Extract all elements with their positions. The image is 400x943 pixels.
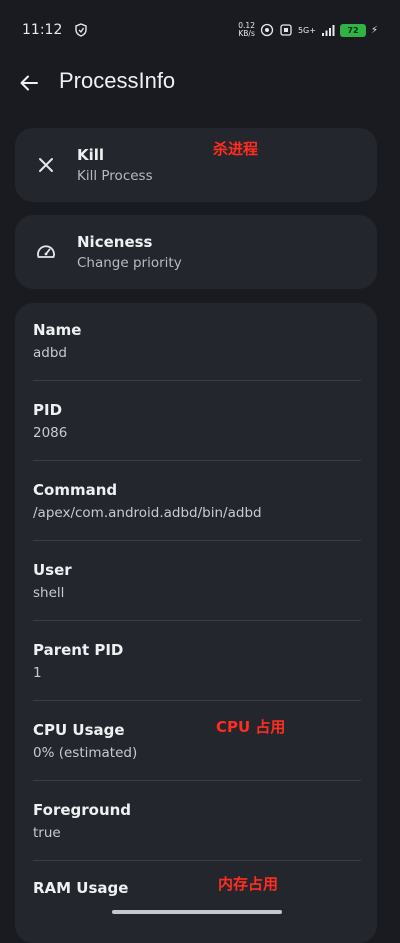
net-speed-unit: KB/s bbox=[238, 30, 255, 38]
speedometer-icon bbox=[35, 241, 57, 263]
info-value: 1 bbox=[33, 665, 361, 681]
info-label: CPU Usage bbox=[33, 721, 361, 739]
divider bbox=[33, 460, 361, 461]
divider bbox=[33, 780, 361, 781]
info-value: shell bbox=[33, 585, 361, 601]
info-label: Name bbox=[33, 321, 361, 339]
info-value: 2086 bbox=[33, 425, 361, 441]
arrow-left-icon bbox=[18, 72, 40, 94]
info-row-user: User shell bbox=[33, 561, 361, 601]
divider bbox=[33, 540, 361, 541]
kill-title: Kill bbox=[77, 146, 104, 164]
info-row-ram-usage: RAM Usage bbox=[33, 879, 361, 897]
info-label: Command bbox=[33, 481, 361, 499]
info-row-cpu-usage: CPU Usage 0% (estimated) bbox=[33, 721, 361, 761]
status-bar: 11:12 0.12 KB/s 5G+ 72 ⚡ bbox=[0, 0, 400, 60]
divider bbox=[33, 380, 361, 381]
process-info-card: Name adbd PID 2086 Command /apex/com.and… bbox=[15, 303, 377, 943]
kill-annotation: 杀进程 bbox=[213, 138, 258, 159]
info-label: PID bbox=[33, 401, 361, 419]
divider bbox=[33, 860, 361, 861]
status-right: 0.12 KB/s 5G+ 72 ⚡ bbox=[238, 22, 378, 38]
info-row-name: Name adbd bbox=[33, 321, 361, 361]
home-indicator[interactable] bbox=[112, 910, 282, 914]
niceness-card[interactable]: Niceness Change priority bbox=[15, 215, 377, 289]
info-value: adbd bbox=[33, 345, 361, 361]
info-value: true bbox=[33, 825, 361, 841]
cpu-annotation: CPU 占用 bbox=[216, 716, 285, 737]
charging-icon: ⚡ bbox=[371, 25, 378, 36]
net-speed: 0.12 KB/s bbox=[238, 22, 255, 38]
ram-annotation: 内存占用 bbox=[218, 873, 278, 894]
hotspot-icon bbox=[260, 23, 274, 37]
network-type: 5G+ bbox=[298, 26, 316, 35]
divider bbox=[33, 620, 361, 621]
page-title: ProcessInfo bbox=[59, 68, 175, 94]
info-label: RAM Usage bbox=[33, 879, 361, 897]
info-value: /apex/com.android.adbd/bin/adbd bbox=[33, 505, 361, 521]
sim-icon bbox=[279, 23, 293, 37]
divider bbox=[33, 700, 361, 701]
signal-icon bbox=[321, 23, 335, 37]
niceness-subtitle: Change priority bbox=[77, 255, 182, 271]
close-icon bbox=[35, 154, 57, 176]
app-bar: ProcessInfo bbox=[0, 60, 400, 106]
info-row-foreground: Foreground true bbox=[33, 801, 361, 841]
niceness-title: Niceness bbox=[77, 233, 152, 251]
status-time: 11:12 bbox=[22, 22, 62, 38]
status-left: 11:12 bbox=[22, 22, 88, 38]
info-row-pid: PID 2086 bbox=[33, 401, 361, 441]
info-row-parent-pid: Parent PID 1 bbox=[33, 641, 361, 681]
battery-indicator: 72 bbox=[340, 24, 366, 37]
back-button[interactable] bbox=[16, 70, 42, 96]
info-label: User bbox=[33, 561, 361, 579]
info-value: 0% (estimated) bbox=[33, 745, 361, 761]
info-row-command: Command /apex/com.android.adbd/bin/adbd bbox=[33, 481, 361, 521]
kill-subtitle: Kill Process bbox=[77, 168, 153, 184]
info-label: Parent PID bbox=[33, 641, 361, 659]
shield-icon bbox=[74, 23, 88, 37]
kill-process-card[interactable]: Kill Kill Process 杀进程 bbox=[15, 128, 377, 202]
info-label: Foreground bbox=[33, 801, 361, 819]
